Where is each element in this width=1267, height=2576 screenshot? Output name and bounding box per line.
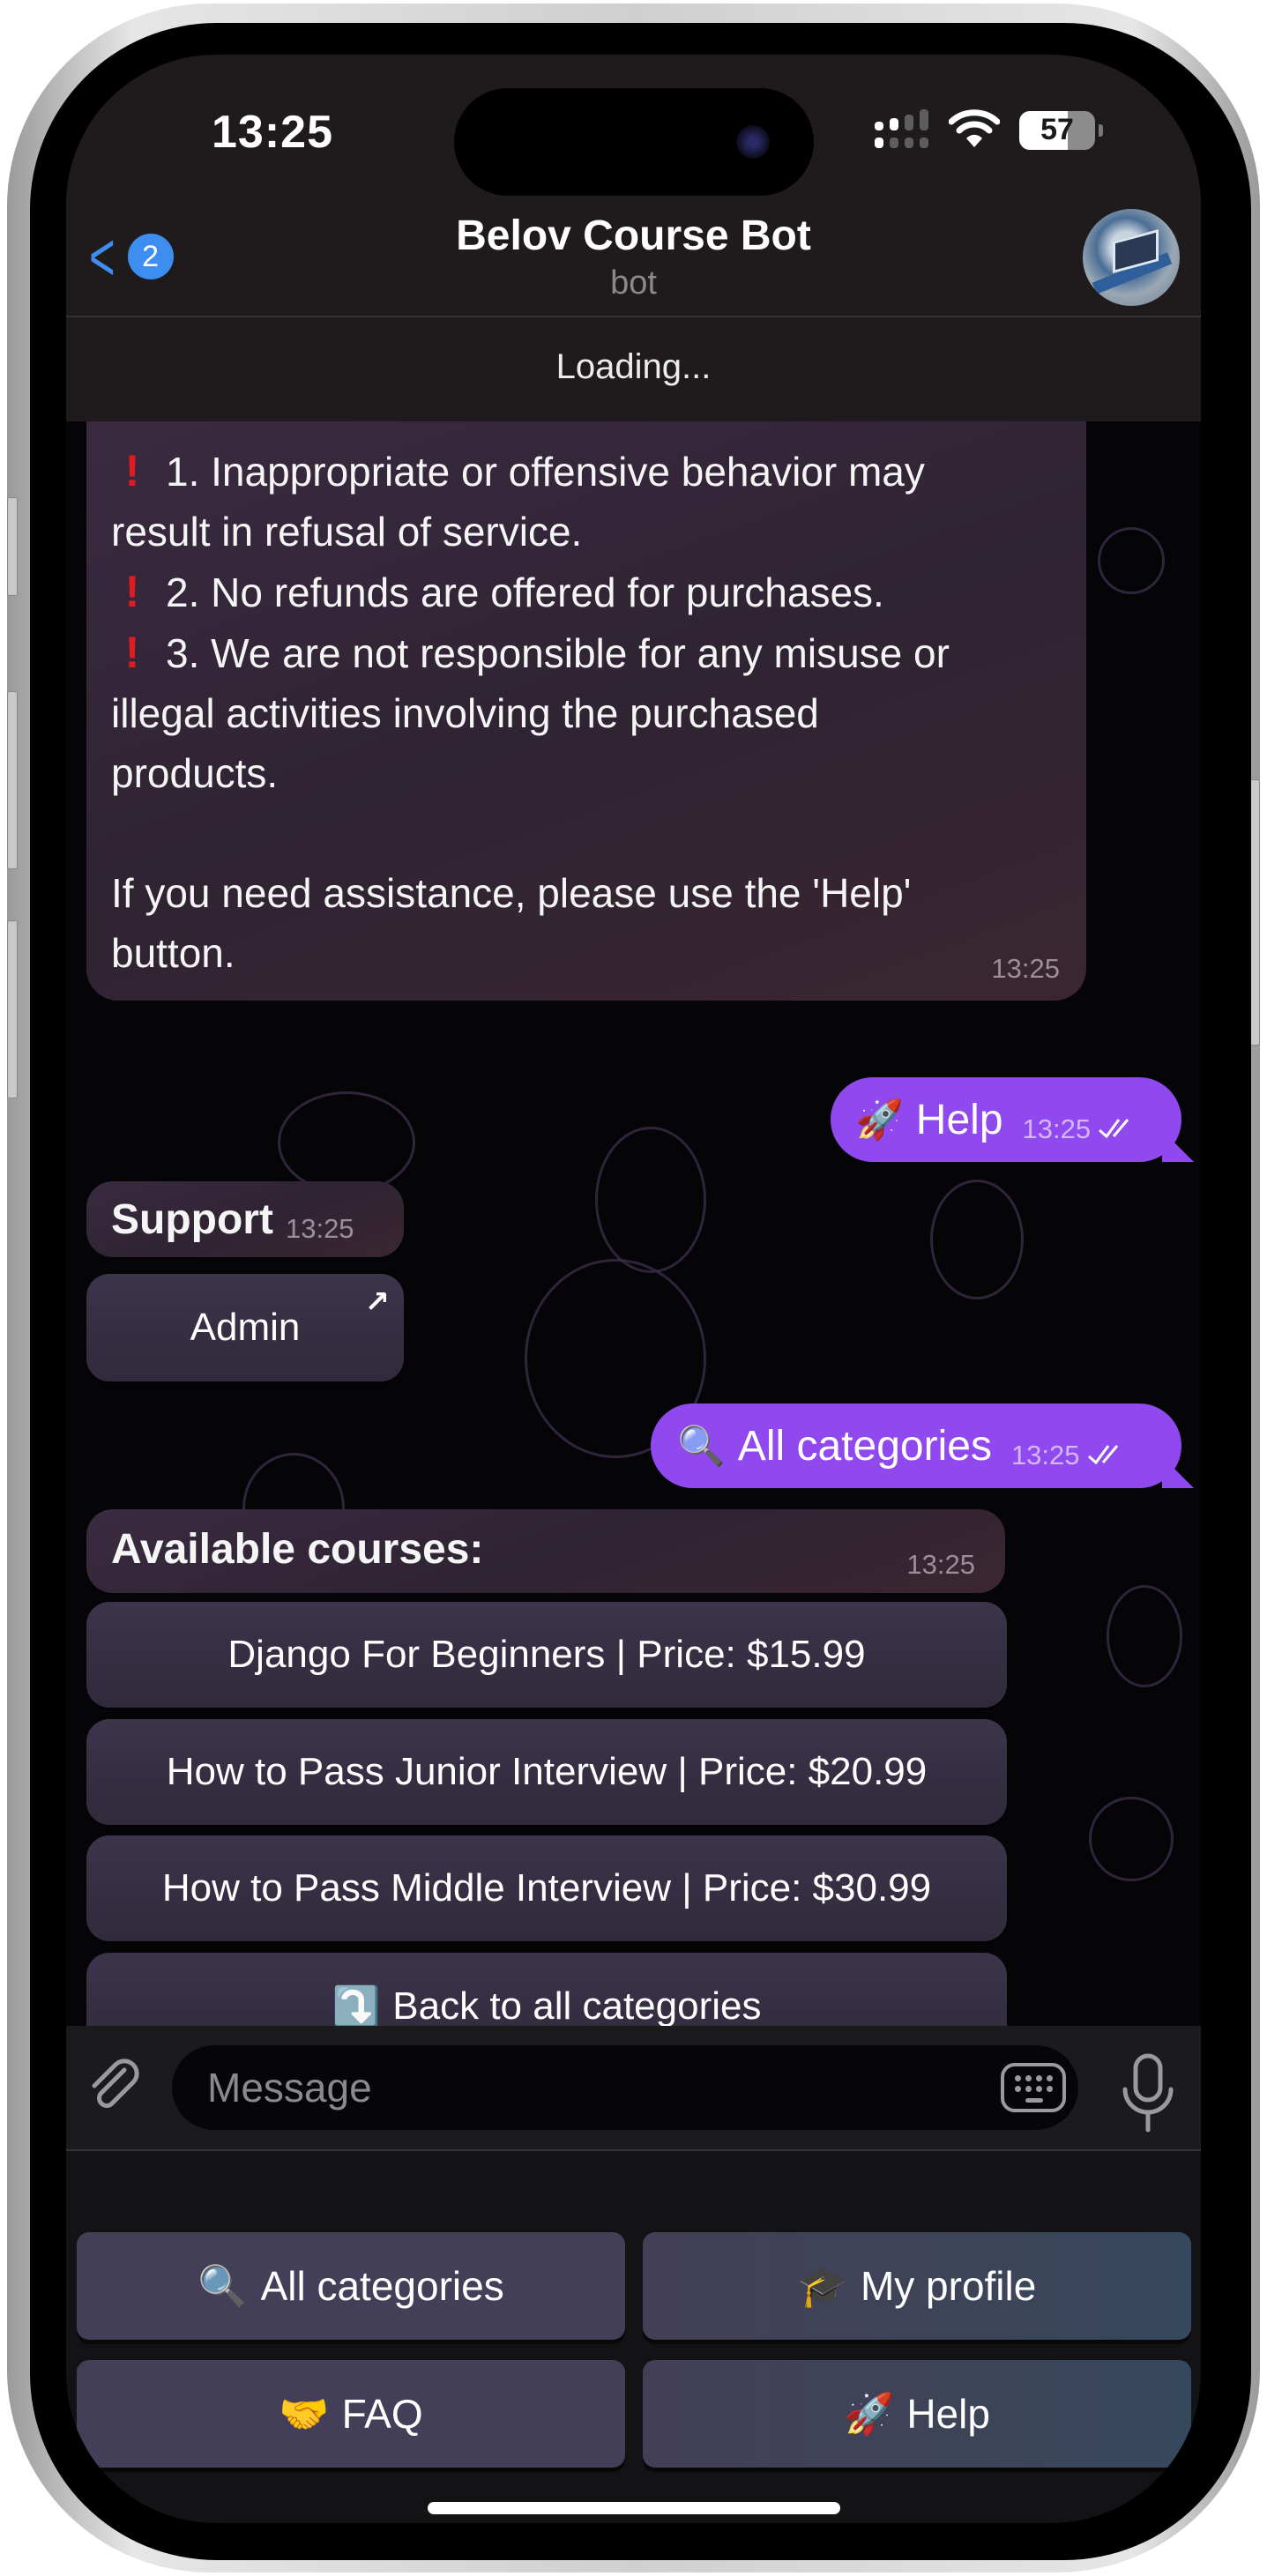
rules-line-text: 2. No refunds are offered for purchases. <box>166 570 884 615</box>
exclamation-icon: ! <box>124 446 140 495</box>
bubble-tail <box>1162 1456 1194 1488</box>
inline-button-course[interactable]: How to Pass Junior Interview | Price: $2… <box>86 1719 1007 1825</box>
rules-message: ! 1. Inappropriate or offensive behavior … <box>86 421 1086 1001</box>
message-time: 13:25 <box>1010 1440 1080 1470</box>
volume-up-button <box>7 691 18 869</box>
telegram-chat-screen: 13:25 57 < 2 Belov Course Bot bot Loadin… <box>66 55 1201 2523</box>
paperclip-icon[interactable] <box>86 2058 144 2116</box>
keyboard-button-label: My profile <box>860 2263 1037 2309</box>
reply-keyboard: 🔍 All categories 🎓 My profile 🤝 FAQ 🚀 He… <box>66 2151 1201 2523</box>
chat-title[interactable]: Belov Course Bot <box>66 212 1201 260</box>
rules-line-text: 1. Inappropriate or offensive behavior m… <box>166 449 925 495</box>
action-button <box>7 497 18 596</box>
bubble-tail <box>1162 1130 1194 1162</box>
rules-line-text: result in refusal of service. <box>111 509 583 555</box>
battery-icon: 57 <box>1019 110 1103 150</box>
support-message: Support 13:25 <box>86 1181 404 1257</box>
message-time: 13:25 <box>991 953 1060 984</box>
rules-line-text: button. <box>111 930 235 976</box>
keyboard-button-help[interactable]: 🚀 Help <box>643 2360 1191 2468</box>
keyboard-button-label: FAQ <box>341 2391 423 2437</box>
keyboard-button-label: Help <box>906 2391 990 2437</box>
dynamic-island <box>454 88 814 196</box>
rules-line: ! 3. We are not responsible for any misus… <box>111 622 950 683</box>
message-time: 13:25 <box>285 1213 354 1244</box>
message-time: 13:25 <box>1022 1113 1092 1144</box>
message-list[interactable]: ! 1. Inappropriate or offensive behavior … <box>66 421 1201 2026</box>
message-text: Help <box>915 1096 1003 1143</box>
outgoing-message-all-categories: 🔍 All categories 13:25 <box>651 1403 1194 1488</box>
magnifier-icon: 🔍 <box>677 1424 726 1469</box>
volume-down-button <box>7 920 18 1098</box>
arrow-down-turn-icon: ⤵️ <box>332 1984 381 2026</box>
magnifier-icon: 🔍 <box>198 2261 249 2310</box>
wallpaper-doodle <box>278 1091 415 1194</box>
wallpaper-doodle <box>1098 527 1165 594</box>
rules-message-text: ! 1. Inappropriate or offensive behavior … <box>111 441 950 983</box>
rules-line-text: illegal activities involving the purchas… <box>111 690 819 736</box>
header-divider <box>66 316 1201 317</box>
microphone-icon[interactable] <box>1118 2052 1178 2133</box>
rules-line: products. <box>111 743 950 803</box>
chat-header: 13:25 57 < 2 Belov Course Bot bot Loadin… <box>66 55 1201 421</box>
inline-button-label: Django For Beginners | Price: $15.99 <box>227 1633 866 1676</box>
chat-subtitle: bot <box>610 264 657 302</box>
status-time: 13:25 <box>212 107 333 158</box>
inline-button-label: How to Pass Junior Interview | Price: $2… <box>166 1750 928 1793</box>
graduation-cap-icon: 🎓 <box>797 2261 848 2310</box>
keyboard-button-all-categories[interactable]: 🔍 All categories <box>77 2232 625 2340</box>
double-check-icon <box>1087 1442 1126 1470</box>
keyboard-button-faq[interactable]: 🤝 FAQ <box>77 2360 625 2468</box>
handshake-icon: 🤝 <box>279 2389 330 2438</box>
rules-line: illegal activities involving the purchas… <box>111 683 950 743</box>
exclamation-icon: ! <box>124 567 140 616</box>
wallpaper-doodle <box>1107 1585 1182 1687</box>
rules-line: result in refusal of service. <box>111 502 950 562</box>
message-text: Available courses: <box>111 1526 484 1573</box>
message-text: Support <box>111 1195 273 1243</box>
wallpaper-doodle <box>595 1127 706 1273</box>
rules-line: button. <box>111 923 950 983</box>
keyboard-button-my-profile[interactable]: 🎓 My profile <box>643 2232 1191 2340</box>
battery-percent: 57 <box>1040 113 1074 146</box>
rocket-icon: 🚀 <box>844 2389 895 2438</box>
inline-button-label: How to Pass Middle Interview | Price: $3… <box>161 1866 932 1910</box>
message-input[interactable] <box>172 2045 1078 2130</box>
rules-line: If you need assistance, please use the '… <box>111 863 950 923</box>
message-text: All categories <box>737 1422 992 1470</box>
exclamation-icon: ! <box>124 628 140 677</box>
rules-line-text: If you need assistance, please use the '… <box>111 870 912 916</box>
cellular-signal-icon <box>875 108 929 152</box>
rules-line-text: products. <box>111 750 279 796</box>
wallpaper-doodle <box>1089 1797 1174 1881</box>
composer-bar <box>66 2026 1201 2149</box>
inline-button-label: Back to all categories <box>392 1984 762 2026</box>
camera-icon <box>736 125 770 159</box>
rules-line: ! 1. Inappropriate or offensive behavior … <box>111 441 950 502</box>
wifi-icon <box>948 108 1001 153</box>
wallpaper-doodle <box>930 1180 1024 1299</box>
rules-line-text: 3. We are not responsible for any misuse… <box>166 630 950 676</box>
inline-button-course[interactable]: Django For Beginners | Price: $15.99 <box>86 1602 1007 1708</box>
rules-line: ! 2. No refunds are offered for purchases… <box>111 562 950 622</box>
status-icons: 57 <box>875 108 1103 153</box>
inline-button-label: Admin <box>190 1306 301 1349</box>
message-time: 13:25 <box>906 1549 975 1580</box>
rocket-icon: 🚀 <box>855 1098 904 1143</box>
home-indicator[interactable] <box>428 2502 840 2514</box>
double-check-icon <box>1098 1116 1137 1143</box>
keyboard-button-label: All categories <box>260 2263 504 2309</box>
keyboard-icon[interactable] <box>1001 2063 1066 2112</box>
external-link-arrow-icon: ↗ <box>364 1285 391 1319</box>
inline-button-admin[interactable]: Admin ↗ <box>86 1274 404 1381</box>
inline-button-course[interactable]: How to Pass Middle Interview | Price: $3… <box>86 1835 1007 1941</box>
courses-message: Available courses: 13:25 <box>86 1509 1005 1593</box>
rules-line <box>111 803 950 863</box>
outgoing-message-help: 🚀 Help 13:25 <box>831 1077 1194 1162</box>
inline-button-back-to-categories[interactable]: ⤵️ Back to all categories <box>86 1953 1007 2026</box>
bot-avatar[interactable] <box>1083 209 1180 306</box>
loading-banner: Loading... <box>555 347 712 386</box>
